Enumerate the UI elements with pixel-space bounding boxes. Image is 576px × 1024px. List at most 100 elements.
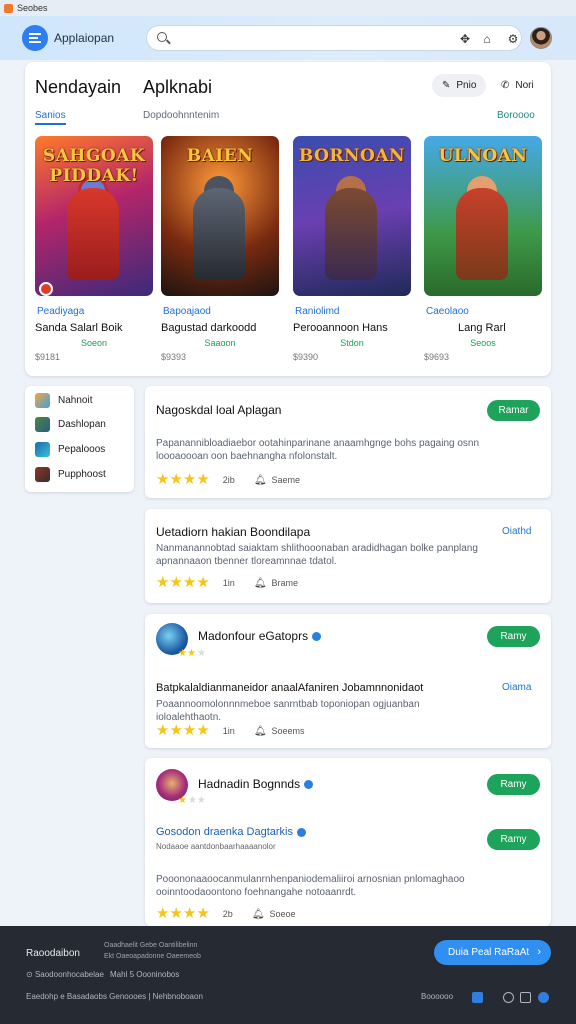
app-card[interactable]: Nagoskdal loal Aplagan Ramar Papanannibl… [145,386,551,498]
app-description: Nanmanannobtad saiaktam shlithooonaban a… [156,543,478,567]
sidebar-item[interactable]: Dashlopan [35,416,106,432]
window-titlebar: Seobes [0,0,576,16]
bell-icon[interactable]: 🔔︎ [254,475,267,486]
share-label[interactable]: Brame [272,578,299,588]
hero-figure [325,188,377,280]
window-icon[interactable] [520,992,531,1003]
rating-row: ★★★★ 1in 🔔︎ Brame [156,574,299,591]
search-bar[interactable]: ✥ ⌂ ⚙ [146,25,522,51]
sidebar-item[interactable]: Nahnoit [35,392,92,408]
top-header: Applaiopan ✥ ⌂ ⚙ [0,16,576,60]
install-button-secondary[interactable]: Ramy [487,829,540,850]
app-description: Pooononaaoocanmulanrnhenpaniodemaliiroi … [156,874,465,898]
app-icon [4,3,13,13]
footer-note: Oaadhaelit Gebe Oantilibelinn [104,942,198,949]
app-description: Papanannibloadiaebor ootahinparinane ana… [156,438,480,462]
tab-sanios[interactable]: Sanios [35,110,66,125]
game-category: Caeolaoo [426,306,469,317]
sidebar-item-label: Nahnoit [58,394,93,406]
share-label[interactable]: Soeoe [270,909,296,919]
search-input[interactable] [175,30,455,46]
footer-right-text[interactable]: Boooooo [421,992,453,1001]
game-subtitle: Stdon [340,338,364,348]
help-icon[interactable] [538,992,549,1003]
game-price: $9693 [424,352,450,362]
sidebar-item[interactable]: Pepalooos [35,441,105,457]
details-link[interactable]: Oiathd [502,526,531,537]
mini-rating: ★★★ [178,648,206,659]
game-category: Peadiyaga [37,306,85,317]
window-title: Seobes [17,3,48,13]
game-art-title: BAIEN [186,146,254,166]
game-card[interactable]: BAIEN Bapoajaod Bagustad darkoodd Saaoon… [161,136,279,362]
category-icon [35,441,50,457]
chat-icon: ✆ [501,80,510,91]
game-artwork: BORNOAN [293,136,411,296]
review-count: 1in [222,578,235,588]
app-title: Madonfour eGatoprs [198,629,322,643]
settings-icon[interactable]: ⚙ [506,32,520,46]
sidebar-item[interactable]: Pupphoost [35,466,106,482]
hero-figure [67,188,119,280]
user-avatar[interactable] [530,27,552,49]
bell-icon[interactable]: 🔔︎ [254,578,267,589]
app-card[interactable]: Madonfour eGatoprs ★★ ★ Ramy Batpkalaldia… [145,614,551,748]
app-square-icon[interactable] [472,992,483,1003]
app-card[interactable]: Uetadiorn hakian Boondilapa Oiathd Nanma… [145,509,551,603]
game-card[interactable]: BORNOAN Raniolimd Perooannoon Hans Stdon… [293,136,411,362]
install-button[interactable]: Ramy [487,626,540,647]
rating-row: ★★★★ 2b 🔔︎ Soeoe [156,906,296,921]
game-name: Sanda Salarl Boik [35,322,123,334]
app-title: Hadnadin Bognnds [198,777,314,791]
game-subtitle: Soeon [80,338,108,348]
bell-icon[interactable]: 🔔︎ [254,726,267,737]
verified-icon [304,780,314,790]
cta-label: Duia Peal RaRaAt [448,947,530,958]
verified-icon [296,827,306,837]
chevron-right-icon: › [537,946,541,958]
game-subtitle: Saaoon [204,338,236,348]
pill-button-pnio[interactable]: ✎ Pnio [432,74,487,97]
settings-icon[interactable] [503,992,514,1003]
pill-label: Pnio [456,80,477,91]
install-button[interactable]: Ramy [487,774,540,795]
category-icon [35,416,50,432]
pill-button-nori[interactable]: ✆ Nori [491,74,544,97]
share-label[interactable]: Saeme [272,475,301,485]
menu-button[interactable] [22,25,48,51]
details-link[interactable]: Oiama [502,682,531,693]
footer-link[interactable]: ⊙ Saodoonhocabelae [26,970,104,979]
game-price: $9393 [161,352,187,362]
featured-tabs: Sanios Dopdoohnntenim Boroooo [35,110,541,128]
install-button[interactable]: Ramar [487,400,540,421]
tab-dopdoohnntenim[interactable]: Dopdoohnntenim [143,110,219,121]
game-card[interactable]: ULNOAN Caeolaoo Lang Rarl Seoos $9693 [424,136,542,362]
menu-icon [29,33,41,43]
featured-section: Nendayain Aplknabi ✎ Pnio ✆ Nori Sanios … [25,62,551,376]
app-title: Nagoskdal loal Aplagan [156,403,282,417]
mini-rating: ★★★ [178,795,206,806]
rating-stars: ★★★★ [156,722,210,739]
game-category: Raniolimd [295,306,340,317]
app-card[interactable]: Hadnadin Bognnds ★ ★★ Ramy Gosodon draenk… [145,758,551,926]
badge-icon [39,282,53,296]
share-label[interactable]: Soeems [272,726,305,736]
cta-button[interactable]: Duia Peal RaRaAt › [434,940,551,965]
gift-icon[interactable]: ⌂ [480,32,494,46]
featured-subtitle: Aplknabi [143,77,213,97]
game-card[interactable]: SAHGOAK PIDDAK! Peadiyaga Sanda Salarl B… [35,136,153,362]
puzzle-icon[interactable]: ✥ [458,32,472,46]
sidebar-item-label: Pepalooos [58,443,106,455]
game-art-title: BORNOAN [298,146,406,166]
rating-stars: ★★★★ [156,574,210,591]
footer-link[interactable]: Eaedohp e Basadaobs Genoooes | Nehbnoboa… [26,992,203,1001]
app-secondary-title: Batpkalaldianmaneidor anaalAfaniren Joba… [156,682,424,694]
tab-boroooo[interactable]: Boroooo [497,110,535,121]
review-count: 1in [222,726,235,736]
bell-icon[interactable]: 🔔︎ [252,909,265,920]
footer-link[interactable]: Mahl 5 Oooninobos [110,970,179,979]
featured-title: Nendayain [35,77,122,97]
game-name: Perooannoon Hans [293,322,388,334]
review-count: 2b [222,909,233,919]
game-name: Bagustad darkoodd [161,322,257,334]
